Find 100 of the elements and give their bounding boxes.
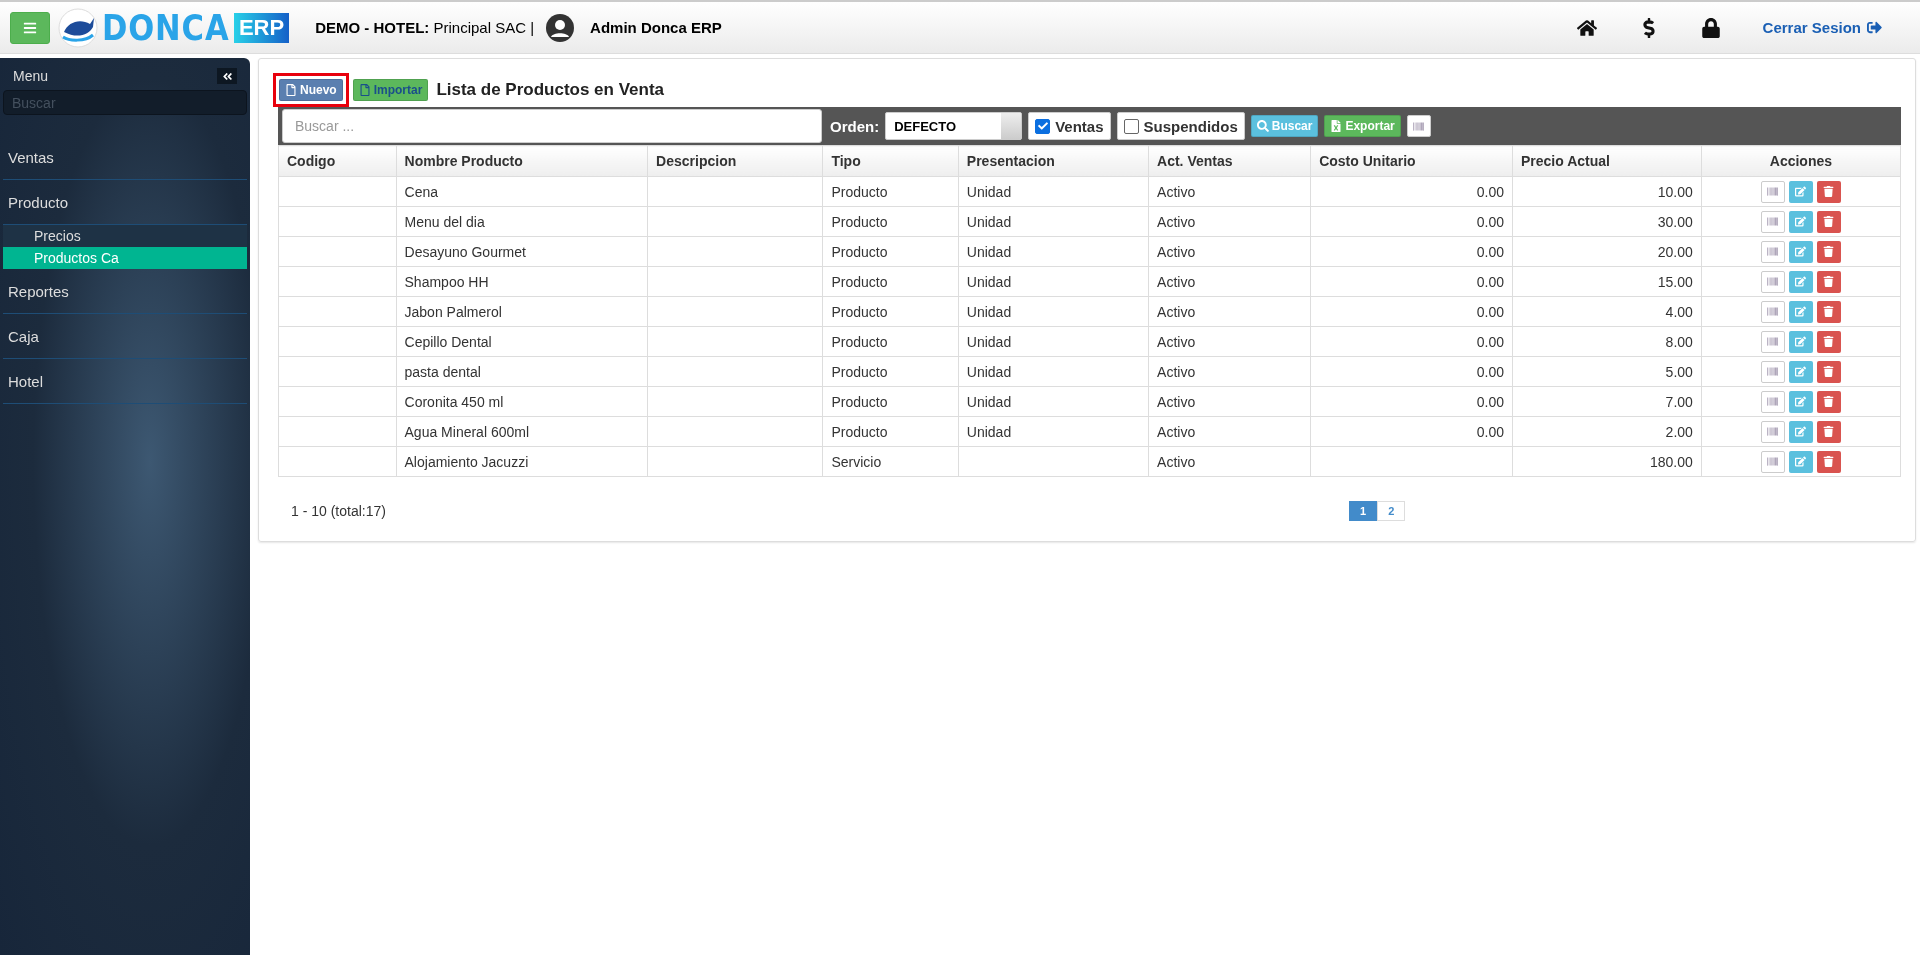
delete-button[interactable] bbox=[1816, 300, 1841, 323]
column-header: Codigo bbox=[278, 145, 397, 177]
table-cell: 0.00 bbox=[1310, 326, 1513, 357]
logout-icon bbox=[1867, 20, 1882, 35]
edit-icon bbox=[1795, 216, 1807, 227]
filter-checkbox[interactable]: Suspendidos bbox=[1116, 112, 1245, 140]
trash-icon bbox=[1823, 366, 1835, 377]
table-cell: Unidad bbox=[958, 326, 1149, 357]
trash-icon bbox=[1823, 246, 1835, 257]
edit-icon bbox=[1795, 336, 1807, 347]
delete-button[interactable] bbox=[1816, 360, 1841, 383]
sidebar-item[interactable]: Caja bbox=[3, 314, 247, 359]
table-cell: Unidad bbox=[958, 266, 1149, 297]
table-cell: 0.00 bbox=[1310, 416, 1513, 447]
delete-button[interactable] bbox=[1816, 420, 1841, 443]
user-name: Admin Donca ERP bbox=[590, 19, 722, 36]
table-cell: Producto bbox=[822, 356, 959, 387]
page-link[interactable]: 2 bbox=[1377, 501, 1406, 521]
filter-label: Suspendidos bbox=[1143, 117, 1238, 135]
trash-icon bbox=[1823, 186, 1835, 197]
home-icon[interactable] bbox=[1576, 17, 1597, 38]
barcode-button[interactable] bbox=[1406, 115, 1431, 137]
table-cell: 0.00 bbox=[1310, 386, 1513, 417]
filter-label: Ventas bbox=[1055, 117, 1104, 135]
logout-link[interactable]: Cerrar Sesion bbox=[1762, 19, 1882, 36]
table-cell: 20.00 bbox=[1512, 236, 1702, 267]
table-cell: Activo bbox=[1148, 236, 1311, 267]
menu-button[interactable] bbox=[10, 11, 50, 44]
edit-button[interactable] bbox=[1788, 420, 1813, 443]
check-icon bbox=[1037, 121, 1048, 131]
table-cell: Coronita 450 ml bbox=[396, 386, 648, 417]
search-field[interactable]: Buscar ... bbox=[282, 109, 822, 143]
menu-icon bbox=[23, 20, 37, 35]
table-cell: 2.00 bbox=[1512, 416, 1702, 447]
table-cell: Activo bbox=[1148, 176, 1311, 207]
edit-button[interactable] bbox=[1788, 210, 1813, 233]
delete-button[interactable] bbox=[1816, 450, 1841, 473]
trash-icon bbox=[1823, 216, 1835, 227]
table-cell: Activo bbox=[1148, 386, 1311, 417]
sidebar-subitem[interactable]: Precios bbox=[3, 225, 247, 247]
delete-button[interactable] bbox=[1816, 180, 1841, 203]
table-cell: pasta dental bbox=[396, 356, 648, 387]
checkbox-icon[interactable] bbox=[1123, 118, 1139, 134]
delete-button[interactable] bbox=[1816, 240, 1841, 263]
edit-button[interactable] bbox=[1788, 270, 1813, 293]
checkbox-icon[interactable] bbox=[1035, 118, 1051, 134]
company-text: DEMO - HOTEL: Principal SAC | bbox=[315, 19, 535, 36]
delete-button[interactable] bbox=[1816, 330, 1841, 353]
edit-button[interactable] bbox=[1788, 450, 1813, 473]
table-cell: Unidad bbox=[958, 386, 1149, 417]
table-cell: Producto bbox=[822, 176, 959, 207]
table-cell: Activo bbox=[1148, 326, 1311, 357]
collapse-button[interactable] bbox=[217, 68, 237, 84]
edit-button[interactable] bbox=[1788, 360, 1813, 383]
sidebar-item[interactable]: Ventas bbox=[3, 135, 247, 180]
table-cell: Activo bbox=[1148, 416, 1311, 447]
table-cell: 8.00 bbox=[1512, 326, 1702, 357]
edit-button[interactable] bbox=[1788, 180, 1813, 203]
table-cell: Producto bbox=[822, 386, 959, 417]
table-cell: Jabon Palmerol bbox=[396, 296, 648, 327]
trash-icon bbox=[1823, 426, 1835, 437]
edit-button[interactable] bbox=[1788, 300, 1813, 323]
order-select[interactable]: DEFECTO bbox=[885, 112, 1023, 140]
edit-button[interactable] bbox=[1788, 240, 1813, 263]
sidebar-item[interactable]: Hotel bbox=[3, 359, 247, 404]
file-icon bbox=[285, 84, 297, 96]
table-cell: 0.00 bbox=[1310, 266, 1513, 297]
trash-icon bbox=[1823, 456, 1835, 467]
table-cell: Producto bbox=[822, 266, 959, 297]
new-button[interactable]: Nuevo bbox=[279, 79, 343, 101]
table-cell: Desayuno Gourmet bbox=[396, 236, 648, 267]
table-cell: Unidad bbox=[958, 416, 1149, 447]
delete-button[interactable] bbox=[1816, 270, 1841, 293]
table-cell: Unidad bbox=[958, 236, 1149, 267]
search-icon bbox=[1256, 120, 1269, 132]
trash-icon bbox=[1823, 396, 1835, 407]
table-cell: Producto bbox=[822, 296, 959, 327]
edit-icon bbox=[1795, 276, 1807, 287]
edit-icon bbox=[1795, 456, 1807, 467]
table-cell: 7.00 bbox=[1512, 386, 1702, 417]
edit-button[interactable] bbox=[1788, 390, 1813, 413]
table-cell: Cena bbox=[396, 176, 648, 207]
column-header: Tipo bbox=[822, 145, 959, 177]
column-header: Descripcion bbox=[647, 145, 823, 177]
table-cell: Unidad bbox=[958, 176, 1149, 207]
delete-button[interactable] bbox=[1816, 210, 1841, 233]
page-link[interactable]: 1 bbox=[1349, 501, 1378, 521]
sidebar-item[interactable]: Reportes bbox=[3, 269, 247, 314]
table-cell: Cepillo Dental bbox=[396, 326, 648, 357]
button-label: Exportar bbox=[1345, 119, 1395, 133]
table-cell: 180.00 bbox=[1512, 446, 1702, 477]
delete-button[interactable] bbox=[1816, 390, 1841, 413]
whale-logo-icon bbox=[58, 7, 98, 48]
edit-icon bbox=[1795, 306, 1807, 317]
table-cell: Activo bbox=[1148, 296, 1311, 327]
edit-button[interactable] bbox=[1788, 330, 1813, 353]
logo-badge: ERP bbox=[233, 12, 290, 43]
filter-checkbox[interactable]: Ventas bbox=[1028, 112, 1111, 140]
table-cell: Activo bbox=[1148, 446, 1311, 477]
lock-icon[interactable] bbox=[1700, 17, 1721, 38]
